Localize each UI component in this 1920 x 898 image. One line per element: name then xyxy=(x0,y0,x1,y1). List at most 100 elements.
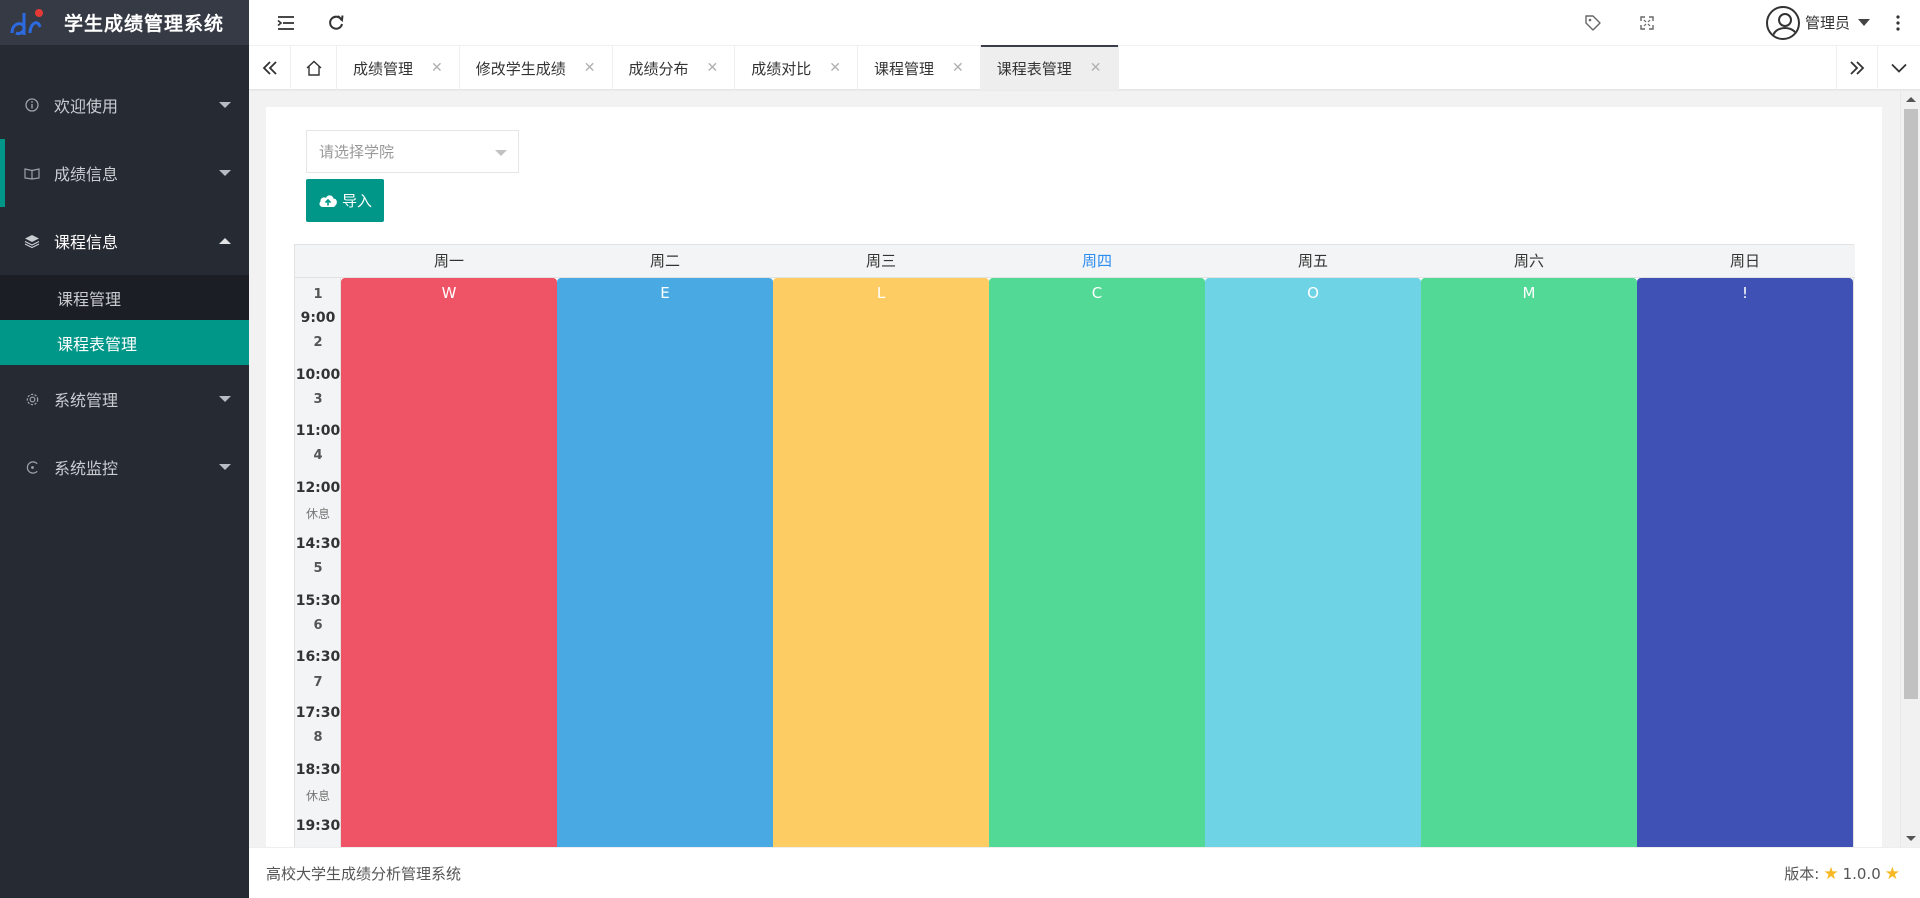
fullscreen-icon xyxy=(1640,15,1654,30)
sidebar-item-timetable-management[interactable]: 课程表管理 xyxy=(0,320,249,365)
course-block[interactable]: W xyxy=(341,278,557,847)
tabs-bar: 成绩管理 ✕ 修改学生成绩 ✕ 成绩分布 ✕ 成绩对比 ✕ 课程管理 ✕ 课程表管理 ✕ xyxy=(249,45,1920,90)
course-block[interactable]: O xyxy=(1205,278,1421,847)
course-block[interactable]: L xyxy=(773,278,989,847)
day-header-wed: 周三 xyxy=(865,252,896,270)
slot-number: 7 xyxy=(313,675,323,690)
close-icon[interactable]: ✕ xyxy=(431,60,443,76)
course-block[interactable]: ! xyxy=(1637,278,1853,847)
slot-rest: 休息 xyxy=(305,789,330,803)
tab-label: 成绩对比 xyxy=(751,59,812,78)
slot-time: 12:00 xyxy=(295,480,341,496)
course-block[interactable]: C xyxy=(989,278,1205,847)
scroll-down-icon[interactable] xyxy=(1906,836,1916,841)
more-menu-button[interactable] xyxy=(1888,0,1908,45)
slot-number: 3 xyxy=(313,392,323,407)
close-icon[interactable]: ✕ xyxy=(584,60,596,76)
monitor-icon xyxy=(22,460,42,475)
tab-grade-management[interactable]: 成绩管理 ✕ xyxy=(337,46,460,90)
day-header-tue: 周二 xyxy=(649,252,680,270)
star-icon: ★ xyxy=(1823,863,1839,884)
slot-number: 1 xyxy=(313,287,323,302)
slot-number: 8 xyxy=(313,730,323,745)
layers-icon xyxy=(22,234,42,248)
refresh-button[interactable] xyxy=(321,0,351,45)
slot-time: 15:30 xyxy=(295,593,341,609)
content-area: 请选择学院 导入 周一 周二 周三 周四 周五 周六 周日 1 9:00 2 1… xyxy=(249,91,1920,847)
user-name: 管理员 xyxy=(1804,14,1850,32)
chevron-down-icon xyxy=(1891,63,1907,73)
more-vertical-icon xyxy=(1896,14,1900,31)
scrollbar-thumb[interactable] xyxy=(1904,109,1918,699)
logo-area: 学生成绩管理系统 xyxy=(0,0,249,45)
slot-number: 4 xyxy=(313,448,323,463)
slot-rest: 休息 xyxy=(305,507,330,521)
close-icon[interactable]: ✕ xyxy=(829,60,841,76)
tab-grade-distribution[interactable]: 成绩分布 ✕ xyxy=(613,46,736,90)
close-icon[interactable]: ✕ xyxy=(707,60,719,76)
app-title: 学生成绩管理系统 xyxy=(64,13,225,35)
course-block[interactable]: M xyxy=(1421,278,1637,847)
tab-list: 成绩管理 ✕ 修改学生成绩 ✕ 成绩分布 ✕ 成绩对比 ✕ 课程管理 ✕ 课程表管理 ✕ xyxy=(291,45,1119,90)
menu-toggle-button[interactable] xyxy=(271,0,301,45)
refresh-icon xyxy=(329,14,344,30)
day-header-mon: 周一 xyxy=(433,252,464,270)
vertical-scrollbar[interactable] xyxy=(1900,91,1920,847)
slot-number: 2 xyxy=(313,335,323,350)
sidebar-item-system[interactable]: 系统管理 xyxy=(0,365,249,433)
slot-time: 10:00 xyxy=(295,367,341,383)
sidebar-item-welcome[interactable]: 欢迎使用 xyxy=(0,71,249,139)
fullscreen-button[interactable] xyxy=(1632,0,1662,45)
sidebar-item-monitor[interactable]: 系统监控 xyxy=(0,433,249,501)
slot-time: 17:30 xyxy=(295,705,341,721)
indent-icon xyxy=(277,15,294,30)
sidebar: 学生成绩管理系统 欢迎使用 成绩信息 课程信息 课程管理 课程表管理 系统管理 … xyxy=(0,0,249,898)
timetable-header: 周一 周二 周三 周四 周五 周六 周日 xyxy=(295,245,1855,278)
sidebar-item-label: 系统管理 xyxy=(54,391,119,410)
slot-number: 6 xyxy=(313,618,323,633)
tab-course-management[interactable]: 课程管理 ✕ xyxy=(858,46,981,90)
sidebar-item-course-management[interactable]: 课程管理 xyxy=(0,275,249,320)
timetable-card: 请选择学院 导入 周一 周二 周三 周四 周五 周六 周日 1 9:00 2 1… xyxy=(266,107,1882,847)
chevron-down-icon xyxy=(1858,19,1870,26)
tabs-scroll-left-button[interactable] xyxy=(249,46,291,90)
tab-timetable-management[interactable]: 课程表管理 ✕ xyxy=(980,45,1119,90)
scroll-up-icon[interactable] xyxy=(1906,97,1916,102)
close-icon[interactable]: ✕ xyxy=(952,60,964,76)
tab-home[interactable] xyxy=(291,46,337,90)
slot-time: 18:30 xyxy=(295,762,341,778)
course-block[interactable]: E xyxy=(557,278,773,847)
tab-label: 课程表管理 xyxy=(996,59,1072,78)
chevron-down-icon xyxy=(219,170,231,176)
import-button[interactable]: 导入 xyxy=(306,179,384,222)
slot-time: 16:30 xyxy=(295,649,341,665)
college-select[interactable]: 请选择学院 xyxy=(306,130,519,173)
version-info: 版本: ★ 1.0.0 ★ xyxy=(1784,848,1904,898)
user-menu[interactable]: 管理员 xyxy=(1765,0,1870,45)
sidebar-item-courses[interactable]: 课程信息 xyxy=(0,207,249,275)
slot-time: 11:00 xyxy=(295,423,341,439)
timetable-time-column: 1 9:00 2 10:00 3 11:00 4 12:00 休息 14:30 … xyxy=(295,278,341,847)
tab-edit-grades[interactable]: 修改学生成绩 ✕ xyxy=(460,46,613,90)
info-icon xyxy=(22,98,42,112)
close-icon[interactable]: ✕ xyxy=(1090,60,1102,76)
theme-tag-button[interactable] xyxy=(1578,0,1608,45)
submenu-courses: 课程管理 课程表管理 xyxy=(0,275,249,365)
tabs-scroll-right-button[interactable] xyxy=(1836,46,1878,90)
home-icon xyxy=(306,60,321,76)
sidebar-item-label: 欢迎使用 xyxy=(54,97,119,116)
side-menu: 欢迎使用 成绩信息 课程信息 课程管理 课程表管理 系统管理 系统监控 xyxy=(0,71,249,501)
book-icon xyxy=(22,166,42,180)
gear-icon xyxy=(22,392,42,407)
star-icon: ★ xyxy=(1884,863,1900,884)
tabs-menu-button[interactable] xyxy=(1878,46,1920,90)
sidebar-item-grades[interactable]: 成绩信息 xyxy=(0,139,249,207)
sidebar-item-label: 课程信息 xyxy=(54,233,119,252)
version-label: 版本: xyxy=(1784,865,1820,883)
tab-grade-comparison[interactable]: 成绩对比 ✕ xyxy=(735,46,858,90)
cloud-upload-icon xyxy=(319,195,337,207)
top-header: 管理员 xyxy=(249,0,1920,45)
sidebar-item-label: 成绩信息 xyxy=(54,165,119,184)
slot-time: 9:00 xyxy=(300,310,336,326)
app-logo-icon xyxy=(10,8,43,35)
